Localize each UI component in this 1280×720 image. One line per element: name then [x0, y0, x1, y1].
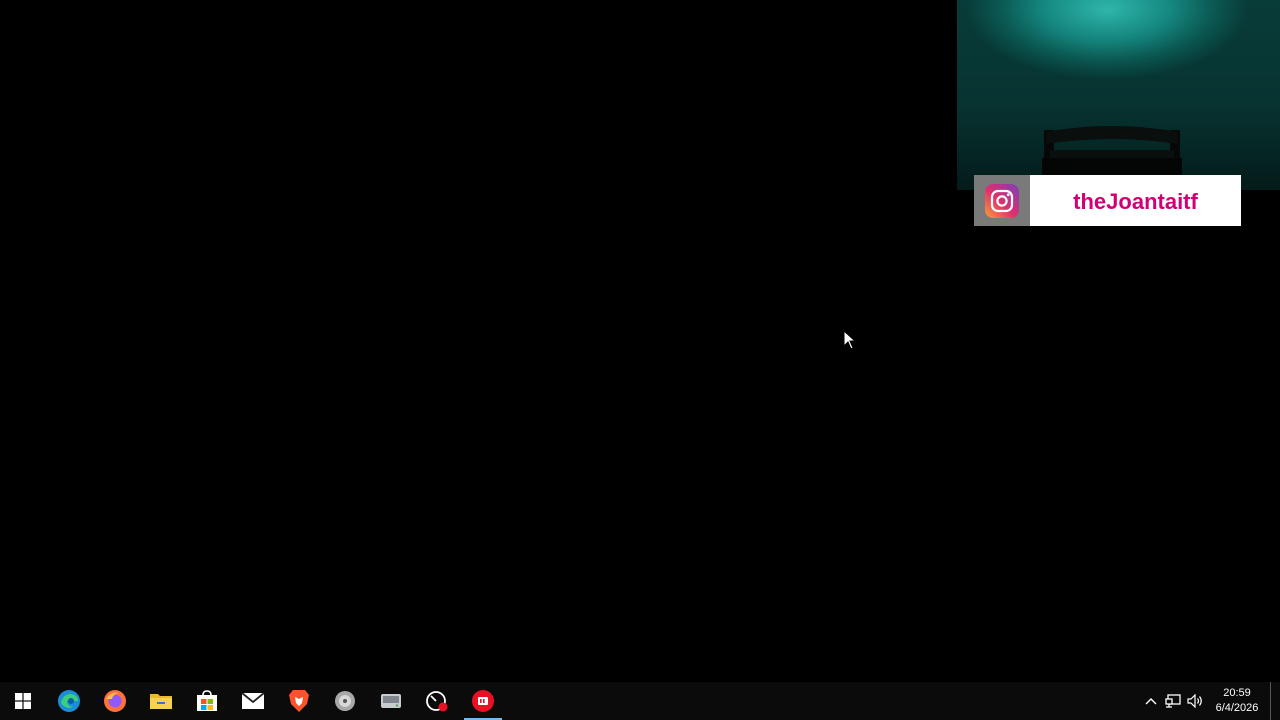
volume-button[interactable]	[1184, 682, 1206, 720]
taskbar-clock[interactable]: 20:59 6/4/2026	[1206, 686, 1268, 716]
firefox-icon	[104, 690, 126, 712]
windows-logo-icon	[15, 693, 31, 709]
taskbar-store[interactable]	[184, 682, 230, 720]
brave-icon	[289, 690, 309, 712]
instagram-banner: theJoantaitf	[974, 175, 1241, 226]
webcam-overlay	[957, 0, 1280, 190]
disc-icon	[335, 691, 355, 711]
taskbar-disc-app[interactable]	[322, 682, 368, 720]
store-icon	[197, 690, 217, 711]
mouse-cursor-icon	[843, 330, 857, 350]
taskbar-brave[interactable]	[276, 682, 322, 720]
taskbar-recorder-app[interactable]	[460, 682, 506, 720]
speaker-icon	[1187, 694, 1202, 708]
network-icon	[1165, 694, 1181, 708]
network-button[interactable]	[1162, 682, 1184, 720]
chevron-up-icon	[1145, 698, 1157, 705]
instagram-handle: theJoantaitf	[1073, 189, 1198, 214]
folder-icon	[150, 694, 172, 709]
show-desktop-button[interactable]	[1270, 682, 1280, 720]
taskbar-drive-app[interactable]	[368, 682, 414, 720]
edge-icon	[58, 690, 80, 712]
taskbar: 20:59 6/4/2026	[0, 682, 1280, 720]
taskbar-firefox[interactable]	[92, 682, 138, 720]
system-tray: 20:59 6/4/2026	[1140, 682, 1280, 720]
taskbar-edge[interactable]	[46, 682, 92, 720]
show-hidden-icons-button[interactable]	[1140, 682, 1162, 720]
instagram-icon	[974, 175, 1030, 226]
start-button[interactable]	[0, 682, 46, 720]
taskbar-speed-app[interactable]	[414, 682, 460, 720]
gauge-icon	[426, 691, 448, 712]
clock-date: 6/4/2026	[1215, 702, 1259, 714]
recorder-icon	[472, 690, 494, 712]
mail-icon	[241, 692, 265, 709]
clock-time: 20:59	[1223, 687, 1251, 699]
drive-icon	[381, 694, 401, 708]
taskbar-mail[interactable]	[230, 682, 276, 720]
taskbar-file-explorer[interactable]	[138, 682, 184, 720]
